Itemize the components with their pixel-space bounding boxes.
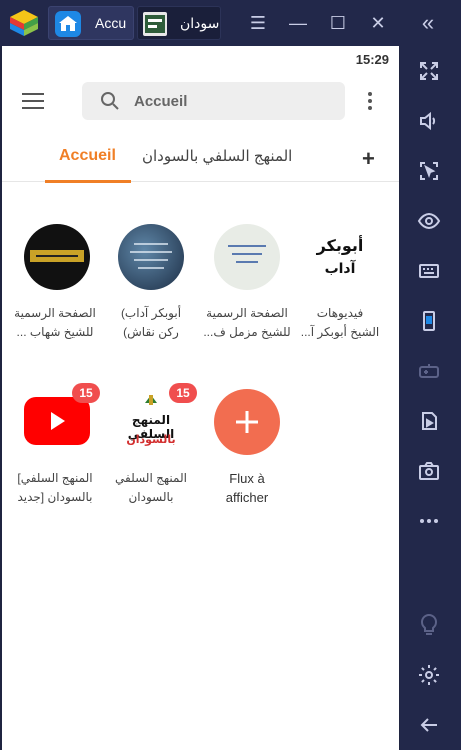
feed-label: أبوبكر آداب) <box>120 306 182 320</box>
window-tab-feed[interactable]: سودان <box>137 6 221 40</box>
feed-thumbnail <box>118 224 184 290</box>
feed-label: الشيخ أبوبكر آ... <box>300 325 380 339</box>
emulator-sidebar <box>400 46 461 750</box>
thumb-text: أبوبكر <box>316 238 364 255</box>
collapse-sidebar-icon[interactable]: « <box>413 8 443 38</box>
fullscreen-icon[interactable] <box>414 56 444 86</box>
status-bar: 15:29 <box>2 46 399 72</box>
more-icon[interactable] <box>414 506 444 536</box>
window-tab-app[interactable]: Accu <box>48 6 134 40</box>
plus-icon <box>236 411 258 433</box>
feed-label: بالسودان [جديد <box>17 490 93 504</box>
feed-label: المنهج السلفي] <box>17 471 93 485</box>
android-screen: 15:29 Accueil Accueil المنهج السلفي بالس… <box>2 46 399 750</box>
hamburger-menu-icon[interactable] <box>22 93 44 109</box>
feed-tile[interactable]: الصفحة الرسمية للشيخ شهاب ... <box>7 224 103 344</box>
feed-label: afficher <box>225 490 269 505</box>
feed-label: للشيخ مزمل ف... <box>203 325 291 339</box>
status-time: 15:29 <box>355 52 389 67</box>
feed-label: للشيخ شهاب ... <box>16 325 94 339</box>
thumb-text: بالسودان <box>126 434 176 446</box>
media-icon[interactable] <box>414 406 444 436</box>
search-text: Accueil <box>134 93 188 110</box>
maximize-icon[interactable]: ☐ <box>323 8 353 38</box>
add-tab-icon[interactable]: + <box>362 146 375 172</box>
thumb-text: آداب <box>324 260 356 276</box>
unread-badge: 15 <box>72 383 100 403</box>
phone-rotate-icon[interactable] <box>414 306 444 336</box>
pointer-lock-icon[interactable] <box>414 156 444 186</box>
add-feed-button[interactable] <box>214 389 280 455</box>
youtube-icon <box>24 397 90 445</box>
home-icon <box>55 11 81 37</box>
gamepad-icon[interactable] <box>414 356 444 386</box>
camera-icon[interactable] <box>414 456 444 486</box>
app-thumbnail-icon <box>143 12 167 36</box>
settings-icon[interactable] <box>414 660 444 690</box>
tab-accueil[interactable]: Accueil <box>45 134 131 183</box>
minimize-icon[interactable]: — <box>283 8 313 38</box>
search-icon <box>101 92 119 110</box>
search-bar[interactable]: Accueil <box>82 82 345 120</box>
tab-manhaj[interactable]: المنهج السلفي بالسودان <box>142 147 292 165</box>
menu-icon[interactable]: ☰ <box>243 8 273 38</box>
keyboard-icon[interactable] <box>414 256 444 286</box>
unread-badge: 15 <box>169 383 197 403</box>
window-tab-label: سودان <box>180 15 220 31</box>
feed-tile[interactable]: 15 المنهج السلفي] بالسودان [جديد <box>7 383 103 509</box>
window-tab-label: Accu <box>95 15 127 31</box>
window-titlebar: Accu سودان ☰ — ☐ ✕ « <box>0 0 461 46</box>
feed-tile[interactable]: أبوبكر آداب فيديوهات الشيخ أبوبكر آ... <box>292 224 388 344</box>
feed-label: Flux à <box>229 471 265 486</box>
close-icon[interactable]: ✕ <box>363 8 393 38</box>
feed-label: الصفحة الرسمية <box>206 306 288 320</box>
feed-label: بالسودان <box>128 490 174 504</box>
back-arrow-icon[interactable] <box>414 710 444 740</box>
feed-label: ركن نقاش) <box>123 325 179 339</box>
feed-tile[interactable]: الصفحة الرسمية للشيخ مزمل ف... <box>199 224 295 344</box>
feed-tile[interactable]: أبوبكر آداب) ركن نقاش) <box>103 224 199 344</box>
add-feed-tile[interactable]: Flux à afficher <box>199 389 295 509</box>
feed-label: الصفحة الرسمية <box>14 306 96 320</box>
feed-label: المنهج السلفي <box>115 471 187 485</box>
overflow-menu-icon[interactable] <box>368 92 374 112</box>
feed-thumbnail <box>24 224 90 290</box>
feed-tile[interactable]: المنهج السلفي بالسودان 15 المنهج السلفي … <box>103 383 199 509</box>
eye-icon[interactable] <box>414 206 444 236</box>
tab-indicator <box>45 180 131 183</box>
tab-label: Accueil <box>59 147 116 164</box>
lightbulb-icon[interactable] <box>414 610 444 640</box>
app-toolbar: Accueil <box>2 72 399 134</box>
feed-label: فيديوهات <box>316 306 364 320</box>
bluestacks-logo[interactable] <box>8 8 40 38</box>
feed-thumbnail: أبوبكر آداب <box>307 224 373 290</box>
feed-thumbnail <box>214 224 280 290</box>
tab-bar: Accueil المنهج السلفي بالسودان + <box>2 134 399 183</box>
volume-icon[interactable] <box>414 106 444 136</box>
